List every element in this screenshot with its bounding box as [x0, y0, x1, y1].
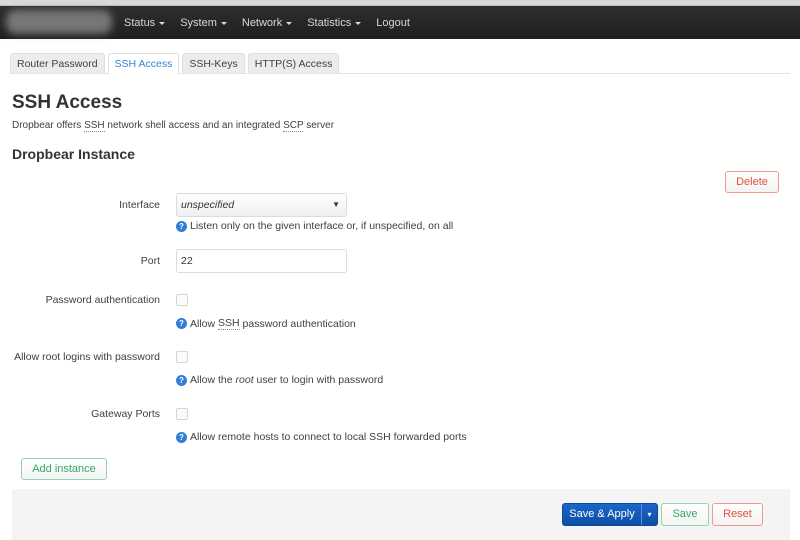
tab-ssh-keys[interactable]: SSH-Keys — [182, 53, 245, 73]
tab-router-password[interactable]: Router Password — [10, 53, 105, 73]
port-label: Port — [140, 255, 160, 267]
main-menu: Status System Network Statistics Logout — [124, 6, 425, 39]
tab-https-access[interactable]: HTTP(S) Access — [247, 53, 340, 73]
menu-network[interactable]: Network — [241, 16, 293, 29]
abbr-ssh: SSH — [218, 317, 240, 330]
desc-text: Dropbear offers — [12, 120, 85, 131]
tab-bar: Router Password SSH Access SSH-Keys HTTP… — [10, 53, 790, 74]
root-password-help: ? Allow the root user to login with pass… — [176, 374, 383, 386]
help-icon: ? — [176, 431, 187, 443]
delete-button[interactable]: Delete — [725, 171, 779, 193]
interface-label: Interface — [119, 199, 160, 211]
save-apply-dropdown-icon[interactable]: ▾ — [641, 504, 657, 525]
desc-text: server — [303, 120, 335, 131]
save-button[interactable]: Save — [661, 503, 709, 526]
caret-down-icon — [355, 22, 362, 25]
interface-select[interactable]: unspecified ▼ — [176, 193, 347, 217]
password-auth-label: Password authentication — [45, 294, 160, 306]
interface-select-value: unspecified — [181, 199, 235, 211]
help-text: Allow the — [190, 374, 233, 386]
page-description: Dropbear offers SSH network shell access… — [12, 120, 335, 132]
gateway-ports-label: Gateway Ports — [91, 408, 160, 420]
save-apply-button[interactable]: Save & Apply ▾ — [562, 503, 658, 526]
menu-status-label: Status — [124, 16, 156, 29]
abbr-scp: SCP — [283, 120, 304, 132]
gateway-ports-help-text: Allow remote hosts to connect to local S… — [190, 431, 467, 443]
section-title: Dropbear Instance — [12, 146, 135, 162]
tab-ssh-access[interactable]: SSH Access — [107, 53, 180, 74]
menu-statistics[interactable]: Statistics — [307, 16, 362, 29]
caret-down-icon — [220, 22, 227, 25]
help-text: user to login with password — [256, 374, 384, 386]
abbr-ssh: SSH — [84, 120, 105, 132]
help-icon: ? — [176, 318, 187, 329]
help-text: Allow — [190, 317, 216, 330]
add-instance-button[interactable]: Add instance — [21, 458, 107, 480]
page-title: SSH Access — [12, 92, 123, 113]
menu-statistics-label: Statistics — [307, 16, 352, 29]
help-icon: ? — [176, 374, 187, 386]
root-password-checkbox[interactable] — [176, 351, 188, 363]
interface-help: ? Listen only on the given interface or,… — [176, 220, 453, 232]
desc-text: network shell access and an integrated — [104, 120, 284, 131]
gateway-ports-checkbox[interactable] — [176, 408, 188, 420]
caret-down-icon — [159, 22, 166, 25]
password-auth-checkbox[interactable] — [176, 294, 188, 306]
help-icon: ? — [176, 220, 187, 232]
help-text: password authentication — [242, 317, 356, 330]
caret-down-icon — [286, 22, 293, 25]
gateway-ports-help: ? Allow remote hosts to connect to local… — [176, 431, 467, 443]
menu-logout[interactable]: Logout — [376, 17, 410, 29]
menu-status[interactable]: Status — [124, 16, 166, 29]
dropdown-arrow-icon: ▼ — [332, 200, 340, 209]
brand-logo-blurred[interactable] — [6, 10, 112, 34]
interface-help-text: Listen only on the given interface or, i… — [190, 220, 454, 232]
password-auth-help: ? Allow SSH password authentication — [176, 317, 356, 330]
save-apply-label: Save & Apply — [569, 508, 635, 520]
reset-button[interactable]: Reset — [712, 503, 763, 526]
menu-network-label: Network — [241, 16, 283, 29]
port-input[interactable]: 22 — [176, 249, 347, 273]
root-password-label: Allow root logins with password — [14, 351, 160, 363]
root-emphasis: root — [235, 374, 254, 386]
menu-logout-label: Logout — [376, 16, 410, 29]
menu-system[interactable]: System — [180, 17, 227, 29]
menu-system-label: System — [180, 16, 217, 29]
top-navbar: Status System Network Statistics Logout — [0, 6, 800, 39]
